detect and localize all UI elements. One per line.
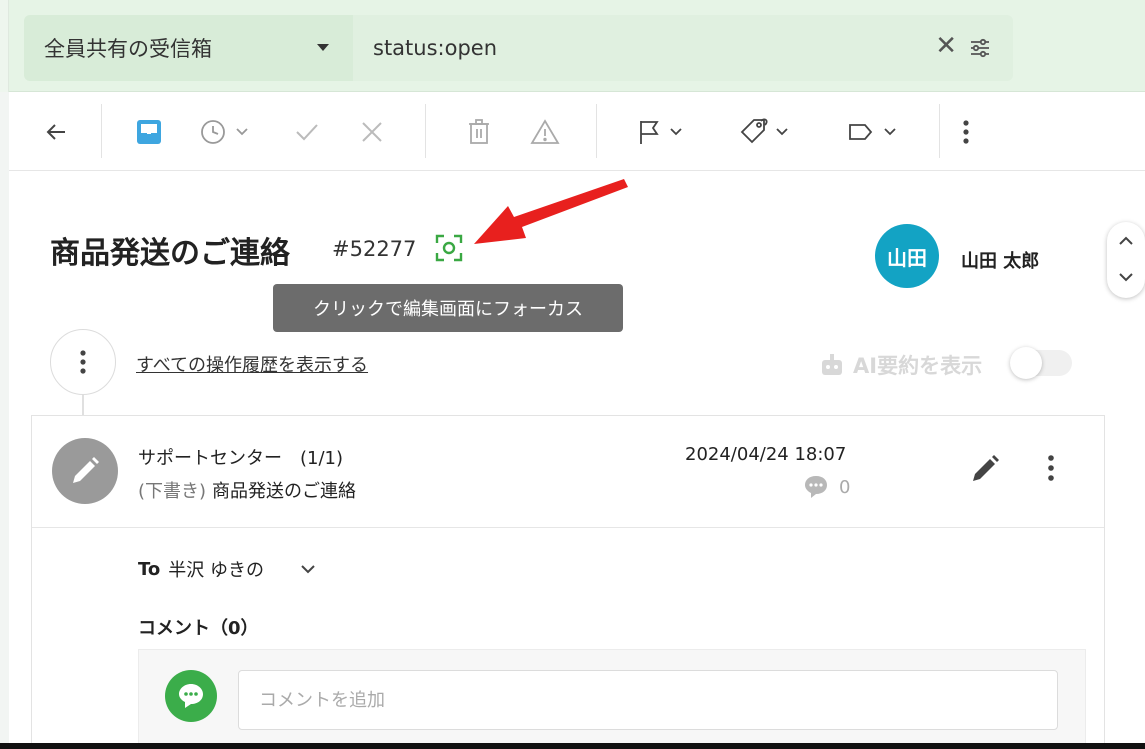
label-icon [849,124,896,140]
tag-menu-button[interactable] [739,114,795,150]
message-sender: サポートセンター (1/1) [138,448,344,469]
left-edge [0,0,9,92]
label-menu-button[interactable] [847,114,903,150]
tooltip: クリックで編集画面にフォーカス [273,284,623,332]
more-button[interactable] [959,114,973,150]
message-card: サポートセンター (1/1) (下書き) 商品発送のご連絡 2024/04/24 … [31,415,1105,749]
to-label: To [138,558,161,580]
mailbox-label: 全員共有の受信箱 [44,37,212,61]
comment-count-value: 0 [839,476,851,498]
close-icon [362,122,382,142]
clear-search-icon[interactable]: ✕ [935,33,957,59]
ticket-toolbar [9,92,1145,171]
more-vertical-icon [80,350,86,374]
flag-menu-button[interactable] [637,114,689,150]
search-bar: 全員共有の受信箱 status:open ✕ [0,0,1145,92]
back-button[interactable] [41,114,71,150]
focus-edit-icon[interactable] [435,234,463,262]
resolve-button[interactable] [293,114,321,150]
toolbar-divider [425,104,426,158]
chevron-down-icon[interactable] [1117,268,1135,286]
spam-button[interactable] [529,114,561,150]
snooze-clock-icon [201,120,248,144]
edit-icon[interactable] [970,452,1002,484]
warning-icon [530,119,560,144]
inbox-button[interactable] [133,114,165,150]
filter-settings-icon[interactable] [969,37,991,59]
check-icon [296,124,318,141]
ticket-panel: 商品発送のご連絡 #52277 クリックで編集画面にフォーカス 山田 山田 太郎… [9,92,1145,749]
comment-count[interactable]: 0 [803,474,850,500]
message-subject-line: (下書き) 商品発送のご連絡 [138,477,356,503]
assignee-name: 山田 太郎 [961,251,1040,272]
robot-icon [822,354,842,375]
comment-box [138,649,1086,749]
search-input[interactable]: status:open ✕ [353,15,1013,81]
trash-icon [469,119,489,144]
delete-button[interactable] [465,114,493,150]
inbox-icon [137,120,161,144]
mailbox-select[interactable]: 全員共有の受信箱 [24,15,353,81]
search-query: status:open [373,36,498,60]
toolbar-divider [596,104,597,158]
message-header[interactable]: サポートセンター (1/1) (下書き) 商品発送のご連絡 2024/04/24 … [32,416,1104,528]
timeline-line [82,395,84,417]
ai-summary-switch[interactable] [1010,347,1072,379]
caret-down-icon [317,44,329,51]
ai-summary-toggle-label: AI要約を表示 [819,350,982,380]
pencil-icon [73,457,99,483]
assignee-avatar[interactable]: 山田 [875,224,939,288]
message-subject: 商品発送のご連絡 [212,481,357,502]
flag-icon [640,121,682,144]
toolbar-divider [939,104,940,158]
chevron-down-icon[interactable] [298,559,318,579]
recipient-name: 半沢 ゆきの [168,560,264,581]
more-vertical-icon [963,120,969,144]
comment-avatar [165,670,217,722]
switch-knob [1010,347,1042,379]
snooze-button[interactable] [199,114,255,150]
comment-input[interactable] [238,670,1058,730]
draft-avatar [52,438,118,504]
ai-summary-label: AI要約を表示 [853,354,983,378]
comments-heading: コメント（0） [138,618,259,639]
chat-icon [179,684,203,708]
annotation-arrow [474,179,628,244]
tag-icon [740,118,788,144]
ticket-number: #52277 [332,237,417,261]
comment-bubble-icon [805,476,827,498]
chevron-up-icon[interactable] [1117,232,1135,250]
message-more-icon[interactable] [1045,452,1057,484]
recipient-line[interactable]: To 半沢 ゆきの [138,556,318,582]
back-arrow-icon [46,124,65,140]
ticket-subject: 商品発送のご連絡 [50,236,290,271]
show-history-link[interactable]: すべての操作履歴を表示する [136,351,368,377]
toolbar-divider [101,104,102,158]
draft-tag: (下書き) [138,481,207,502]
message-date: 2024/04/24 18:07 [685,444,847,465]
bottom-edge [0,743,1145,749]
close-ticket-button[interactable] [359,114,385,150]
history-menu-button[interactable] [50,329,116,395]
ticket-nav-pill [1107,222,1145,298]
